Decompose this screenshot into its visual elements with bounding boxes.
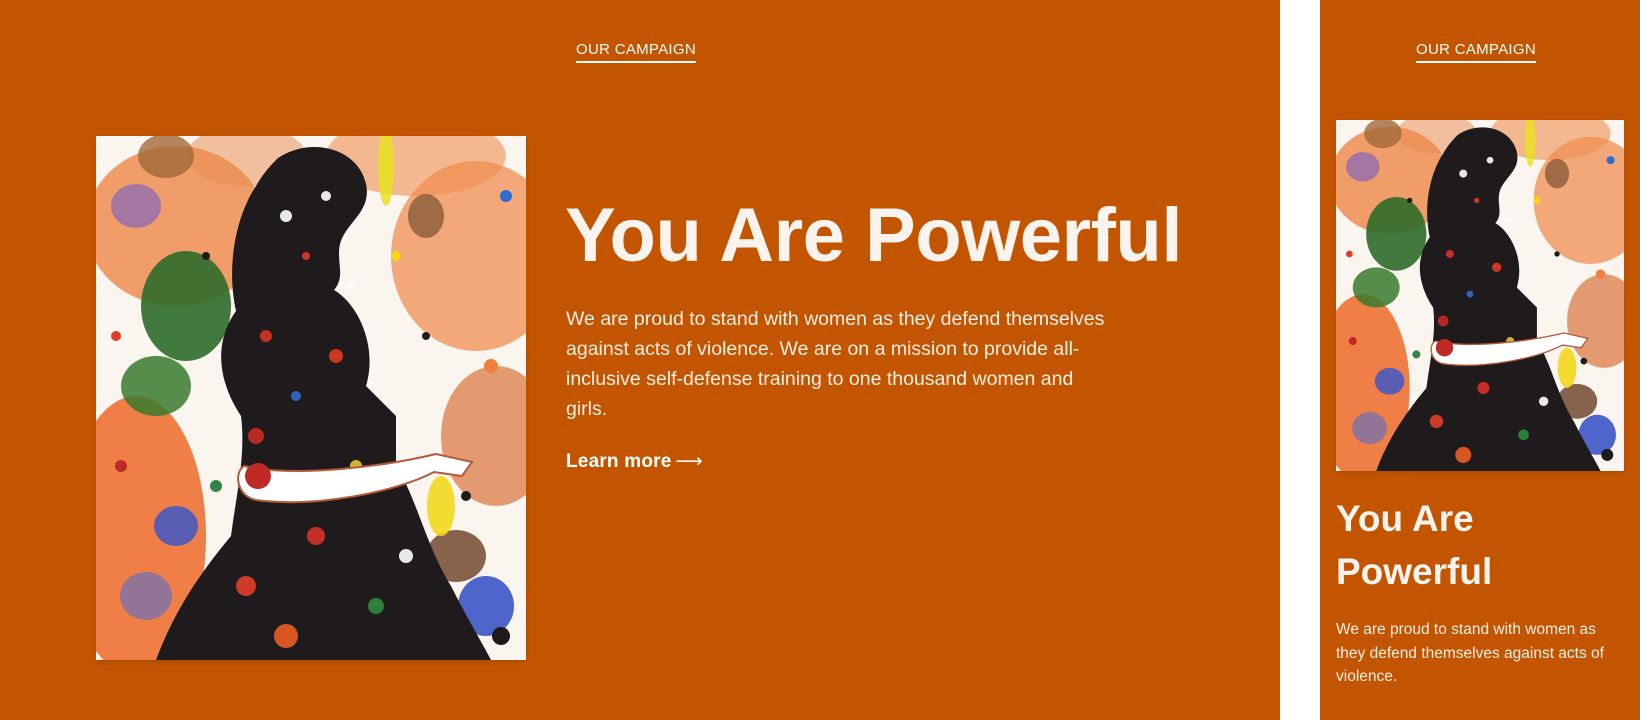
hero-description: We are proud to stand with women as they…: [566, 308, 1105, 420]
campaign-artwork: [96, 136, 526, 660]
campaign-artwork-mobile: [1336, 120, 1624, 471]
our-campaign-link-mobile[interactable]: OUR CAMPAIGN: [1416, 41, 1536, 63]
hero-headline: You Are Powerful: [565, 193, 1182, 278]
learn-more-label: Learn more: [566, 451, 672, 472]
arrow-right-icon: ⟶: [675, 451, 703, 472]
mobile-hero-panel: OUR CAMPAIGN You Are Powerful We are pro…: [1320, 0, 1640, 720]
hero-headline-mobile: You Are Powerful: [1336, 498, 1493, 592]
splatter-art-image: [96, 136, 526, 660]
our-campaign-link[interactable]: OUR CAMPAIGN: [576, 41, 696, 63]
splatter-art-image-mobile: [1336, 120, 1624, 471]
learn-more-link[interactable]: Learn more ⟶: [566, 448, 703, 476]
hero-description-mobile: We are proud to stand with women as they…: [1336, 621, 1604, 685]
desktop-hero-panel: OUR CAMPAIGN You Are Powerful We are pro…: [0, 0, 1280, 720]
